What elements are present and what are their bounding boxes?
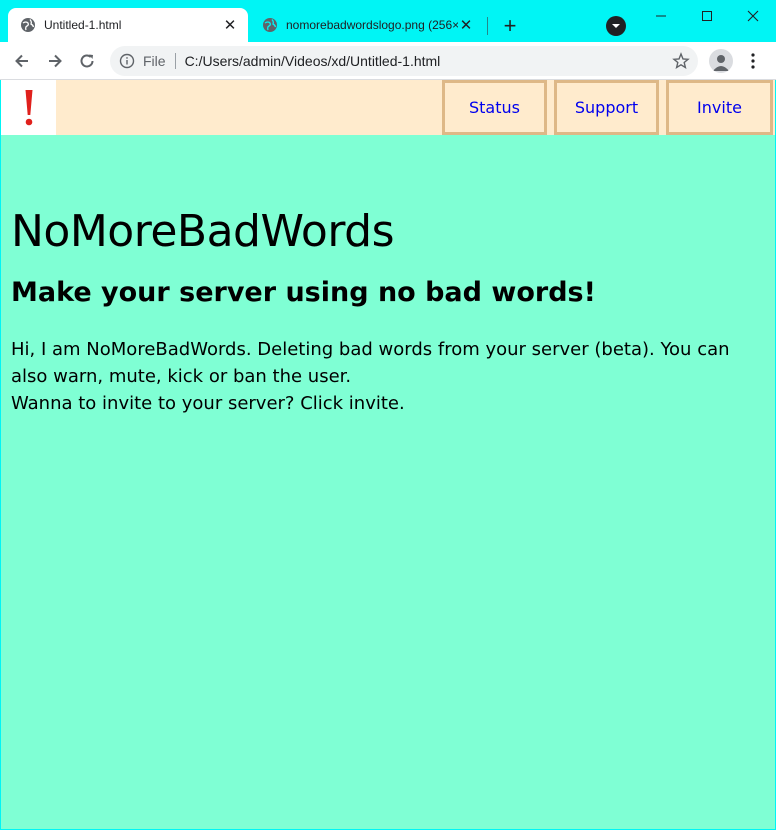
address-bar[interactable]: File C:/Users/admin/Videos/xd/Untitled-1… [110, 46, 698, 76]
profile-avatar[interactable] [709, 49, 733, 73]
forward-button[interactable] [41, 47, 69, 75]
invite-prompt: Wanna to invite to your server? Click in… [11, 393, 405, 414]
close-window-button[interactable] [730, 2, 776, 30]
globe-icon [21, 18, 35, 32]
minimize-button[interactable] [638, 2, 684, 30]
reload-icon [80, 54, 94, 68]
exclamation-logo-icon [25, 89, 32, 125]
tab-untitled[interactable]: Untitled-1.html ✕ [8, 8, 248, 42]
arrow-right-icon [49, 54, 62, 68]
star-icon[interactable] [672, 52, 690, 70]
nav-invite-link[interactable]: Invite [666, 80, 773, 135]
scheme-label: File [143, 53, 166, 69]
globe-icon [263, 18, 277, 32]
url-text[interactable]: C:/Users/admin/Videos/xd/Untitled-1.html [185, 53, 441, 69]
tab-search-button[interactable] [606, 16, 626, 36]
chevron-down-icon [612, 24, 620, 28]
nav-status-link[interactable]: Status [442, 80, 547, 135]
description-line: Hi, I am NoMoreBadWords. Deleting bad wo… [11, 339, 730, 387]
tab-title: nomorebadwordslogo.png (256× [286, 18, 458, 32]
close-icon [747, 10, 759, 22]
tab-strip: Untitled-1.html ✕ nomorebadwordslogo.png… [0, 0, 776, 42]
info-icon[interactable] [119, 53, 135, 69]
maximize-icon [702, 11, 712, 21]
browser-toolbar: File C:/Users/admin/Videos/xd/Untitled-1… [0, 42, 776, 80]
tab-separator [487, 17, 488, 35]
site-logo[interactable] [1, 80, 56, 135]
tab-logo-image[interactable]: nomorebadwordslogo.png (256× ✕ [252, 8, 484, 42]
maximize-button[interactable] [684, 2, 730, 30]
page-subtitle: Make your server using no bad words! [11, 277, 596, 308]
tab-title: Untitled-1.html [44, 18, 122, 32]
page-title: NoMoreBadWords [11, 206, 395, 257]
person-icon [713, 55, 729, 71]
browser-menu-button[interactable] [744, 49, 762, 73]
main-content: NoMoreBadWords Make your server using no… [11, 200, 771, 417]
new-tab-button[interactable]: + [498, 13, 522, 38]
nav-support-link[interactable]: Support [554, 80, 659, 135]
more-vertical-icon [751, 53, 755, 69]
address-divider [174, 53, 176, 69]
page-viewport: Status Support Invite NoMoreBadWords Mak… [1, 80, 775, 829]
back-button[interactable] [8, 47, 36, 75]
close-tab-icon[interactable]: ✕ [222, 17, 238, 34]
reload-button[interactable] [73, 47, 101, 75]
close-tab-icon[interactable]: ✕ [458, 17, 474, 34]
description-text: Hi, I am NoMoreBadWords. Deleting bad wo… [11, 336, 771, 417]
site-navbar: Status Support Invite [1, 80, 775, 135]
minimize-icon [656, 15, 666, 17]
arrow-left-icon [15, 54, 28, 68]
